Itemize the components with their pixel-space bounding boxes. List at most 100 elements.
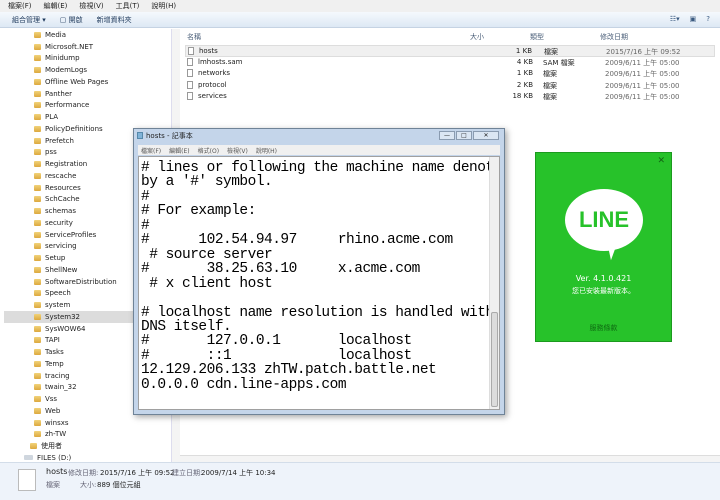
sidebar-folder[interactable]: zh-TW bbox=[34, 429, 170, 441]
menu-tools[interactable]: 工具(T) bbox=[116, 1, 140, 11]
file-modified: 2009/6/11 上午 05:00 bbox=[605, 70, 680, 78]
sidebar-folder[interactable]: Minidump bbox=[34, 53, 170, 65]
notepad-scrollbar[interactable] bbox=[489, 157, 499, 409]
help-icon[interactable]: ? bbox=[706, 15, 710, 23]
folder-label: twain_32 bbox=[45, 383, 77, 392]
maximize-button[interactable]: □ bbox=[456, 131, 472, 140]
preview-pane-icon[interactable]: ▣ bbox=[690, 15, 697, 23]
file-icon bbox=[188, 47, 194, 55]
folder-icon bbox=[34, 137, 41, 144]
folder-icon bbox=[34, 349, 41, 356]
sidebar-folder[interactable]: Panther bbox=[34, 88, 170, 100]
folder-label: Minidump bbox=[45, 54, 80, 63]
folder-icon bbox=[34, 125, 41, 132]
folder-icon bbox=[34, 290, 41, 297]
new-folder-button[interactable]: 新增資料夾 bbox=[97, 15, 132, 25]
column-modified[interactable]: 修改日期 bbox=[600, 32, 628, 42]
open-button[interactable]: ▢ 開啟 bbox=[60, 15, 83, 25]
drive-icon bbox=[24, 455, 33, 461]
folder-icon bbox=[34, 407, 41, 414]
folder-label: Tasks bbox=[45, 348, 64, 357]
folder-icon bbox=[34, 231, 41, 238]
file-row[interactable]: protocol 2 KB 檔案 2009/6/11 上午 05:00 bbox=[185, 80, 715, 92]
np-menu-help[interactable]: 說明(H) bbox=[256, 146, 277, 155]
folder-icon bbox=[34, 196, 41, 203]
folder-label: Temp bbox=[45, 359, 64, 368]
folder-label: winsxs bbox=[45, 418, 69, 427]
minimize-button[interactable]: — bbox=[439, 131, 455, 140]
folder-label: system bbox=[45, 301, 71, 310]
folder-icon bbox=[34, 302, 41, 309]
file-icon bbox=[187, 69, 193, 77]
folder-label: security bbox=[45, 218, 73, 227]
organize-button[interactable]: 組合管理 ▾ bbox=[12, 15, 46, 25]
menu-help[interactable]: 說明(H) bbox=[151, 1, 176, 11]
open-label: 開啟 bbox=[68, 15, 83, 24]
folder-label: pss bbox=[45, 148, 57, 157]
scroll-thumb[interactable] bbox=[491, 312, 498, 407]
sidebar-folder[interactable]: Performance bbox=[34, 100, 170, 112]
file-row[interactable]: networks 1 KB 檔案 2009/6/11 上午 05:00 bbox=[185, 68, 715, 80]
file-type: 檔案 bbox=[544, 48, 558, 56]
sidebar-folder[interactable]: 使用者 bbox=[30, 440, 166, 452]
file-row[interactable]: hosts 1 KB 檔案 2015/7/16 上午 09:52 bbox=[185, 45, 715, 57]
folder-label: tracing bbox=[45, 371, 70, 380]
folder-label: rescache bbox=[45, 171, 77, 180]
status-text: 您已安裝最新版本。 bbox=[572, 287, 635, 295]
folder-icon bbox=[34, 55, 41, 62]
np-menu-file[interactable]: 檔案(F) bbox=[141, 146, 161, 155]
menu-edit[interactable]: 編輯(E) bbox=[44, 1, 68, 11]
column-size[interactable]: 大小 bbox=[470, 32, 484, 42]
file-row[interactable]: lmhosts.sam 4 KB SAM 檔案 2009/6/11 上午 05:… bbox=[185, 57, 715, 69]
file-size: 2 KB bbox=[516, 80, 533, 89]
np-menu-view[interactable]: 檢視(V) bbox=[227, 146, 248, 155]
sidebar-folder[interactable]: FILES (D:) bbox=[24, 452, 160, 462]
sidebar-folder[interactable]: Media bbox=[34, 29, 170, 41]
sidebar-folder[interactable]: ModemLogs bbox=[34, 64, 170, 76]
detail-type: 檔案 bbox=[46, 481, 60, 489]
terms-link[interactable]: 服務條款 bbox=[536, 323, 671, 333]
folder-icon bbox=[34, 431, 41, 438]
notepad-text-area[interactable]: # lines or following the machine name de… bbox=[138, 156, 500, 410]
folder-label: Offline Web Pages bbox=[45, 77, 109, 86]
folder-label: PolicyDefinitions bbox=[45, 124, 103, 133]
folder-icon bbox=[34, 396, 41, 403]
np-menu-edit[interactable]: 編輯(E) bbox=[169, 146, 189, 155]
file-icon bbox=[18, 469, 36, 491]
folder-label: Setup bbox=[45, 254, 66, 263]
folder-icon bbox=[34, 149, 41, 156]
sidebar-folder[interactable]: PLA bbox=[34, 111, 170, 123]
np-menu-format[interactable]: 格式(O) bbox=[198, 146, 219, 155]
detail-modified: 2015/7/16 上午 09:52 bbox=[100, 469, 175, 477]
folder-icon bbox=[34, 384, 41, 391]
folder-label: SysWOW64 bbox=[45, 324, 86, 333]
file-type: 檔案 bbox=[543, 93, 557, 101]
sidebar-folder[interactable]: winsxs bbox=[34, 417, 170, 429]
notepad-title: hosts - 記事本 bbox=[146, 131, 193, 140]
menu-file[interactable]: 檔案(F) bbox=[8, 1, 32, 11]
sidebar-folder[interactable]: Microsoft.NET bbox=[34, 41, 170, 53]
folder-label: ShellNew bbox=[45, 265, 78, 274]
folder-label: TAPI bbox=[45, 336, 60, 345]
file-name: services bbox=[198, 92, 227, 100]
notepad-content[interactable]: # lines or following the machine name de… bbox=[141, 161, 499, 392]
file-icon bbox=[187, 57, 193, 66]
detail-size: 889 個位元組 bbox=[97, 481, 141, 489]
folder-icon bbox=[34, 255, 41, 262]
close-button[interactable]: ✕ bbox=[473, 131, 499, 140]
view-options-icon[interactable]: ☷▾ bbox=[670, 15, 680, 23]
notepad-icon bbox=[137, 132, 143, 139]
file-row[interactable]: services 18 KB 檔案 2009/6/11 上午 05:00 bbox=[185, 91, 715, 103]
column-type[interactable]: 類型 bbox=[530, 32, 544, 42]
column-name[interactable]: 名稱 bbox=[187, 32, 201, 42]
folder-icon bbox=[34, 278, 41, 285]
menu-view[interactable]: 檢視(V) bbox=[79, 1, 103, 11]
detail-name: hosts bbox=[46, 467, 68, 476]
file-size: 4 KB bbox=[516, 57, 533, 66]
folder-icon bbox=[34, 325, 41, 332]
folder-icon bbox=[34, 114, 41, 121]
close-icon[interactable]: ✕ bbox=[657, 156, 665, 166]
file-type: 檔案 bbox=[543, 81, 557, 90]
sidebar-folder[interactable]: Offline Web Pages bbox=[34, 76, 170, 88]
horizontal-scrollbar[interactable] bbox=[180, 455, 720, 462]
